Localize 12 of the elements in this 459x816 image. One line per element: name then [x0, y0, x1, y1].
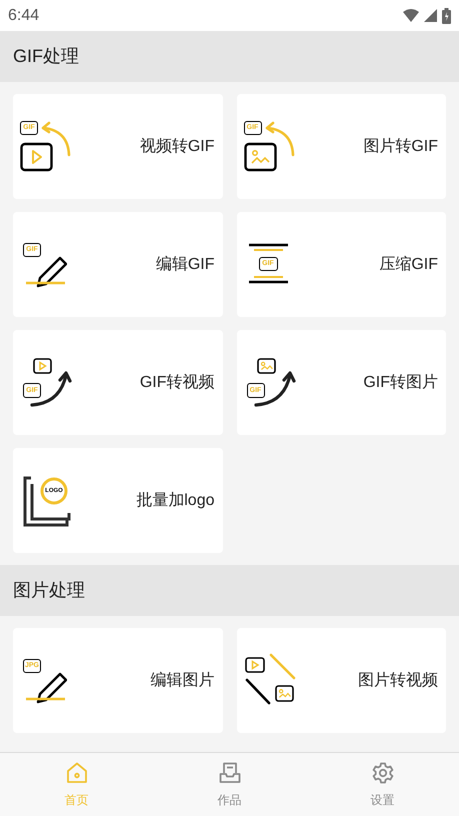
home-icon: [64, 760, 88, 784]
pencil-icon: [25, 672, 67, 704]
battery-icon: [442, 8, 451, 24]
tool-card[interactable]: 图片转视频: [236, 628, 446, 733]
section-header: 图片处理: [0, 565, 459, 616]
status-time: 6:44: [8, 6, 40, 26]
pencil-icon: [25, 256, 67, 288]
settings-icon: [370, 760, 394, 784]
wifi-icon: [403, 9, 419, 22]
signal-icon: [424, 9, 437, 22]
section-header: GIF处理: [0, 31, 459, 82]
tray-icon: [218, 760, 242, 784]
